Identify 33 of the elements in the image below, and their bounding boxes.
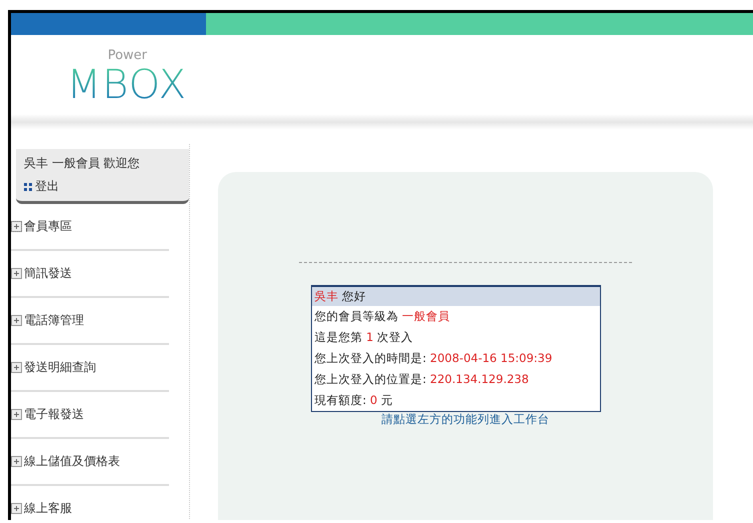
menu-item[interactable]: 簡訊發送 <box>24 265 72 282</box>
info-suffix: 元 <box>381 393 394 407</box>
logout-link[interactable]: 登出 <box>35 178 59 195</box>
info-value: 2008-04-16 15:09:39 <box>430 351 552 365</box>
expand-icon[interactable] <box>11 221 22 232</box>
info-value: 0 <box>370 393 378 407</box>
menu-item[interactable]: 線上客服 <box>24 500 72 517</box>
info-value: 1 <box>366 330 374 344</box>
info-value: 220.134.129.238 <box>430 372 529 386</box>
hint-text: 請點選左方的功能列進入工作台 <box>382 412 550 427</box>
info-label: 這是您第 <box>314 330 364 344</box>
menu-item[interactable]: 會員專區 <box>24 218 72 235</box>
menu-item[interactable]: 線上儲值及價格表 <box>24 453 120 470</box>
expand-icon[interactable] <box>11 362 22 373</box>
info-suffix: 次登入 <box>377 330 414 344</box>
menu-item[interactable]: 電子報發送 <box>24 406 84 423</box>
info-label: 您的會員等級為 <box>314 309 400 323</box>
menu-item[interactable]: 發送明細查詢 <box>24 359 96 376</box>
expand-icon[interactable] <box>11 456 22 467</box>
menu-item[interactable]: 電話簿管理 <box>24 312 84 329</box>
welcome-text: 吳丰 一般會員 歡迎您 <box>24 155 141 172</box>
expand-icon[interactable] <box>11 409 22 420</box>
expand-icon[interactable] <box>11 503 22 514</box>
greeting-text: 您好 <box>342 289 366 303</box>
expand-icon[interactable] <box>11 268 22 279</box>
user-name: 吳丰 <box>314 289 338 303</box>
expand-icon[interactable] <box>11 315 22 326</box>
bullet-icon <box>24 182 32 190</box>
info-value: 一般會員 <box>402 309 450 323</box>
info-label: 您上次登入的時間是: <box>314 351 428 365</box>
info-label: 現有額度: <box>314 393 368 407</box>
logo-power-text: Power <box>108 49 147 63</box>
info-label: 您上次登入的位置是: <box>314 372 428 386</box>
